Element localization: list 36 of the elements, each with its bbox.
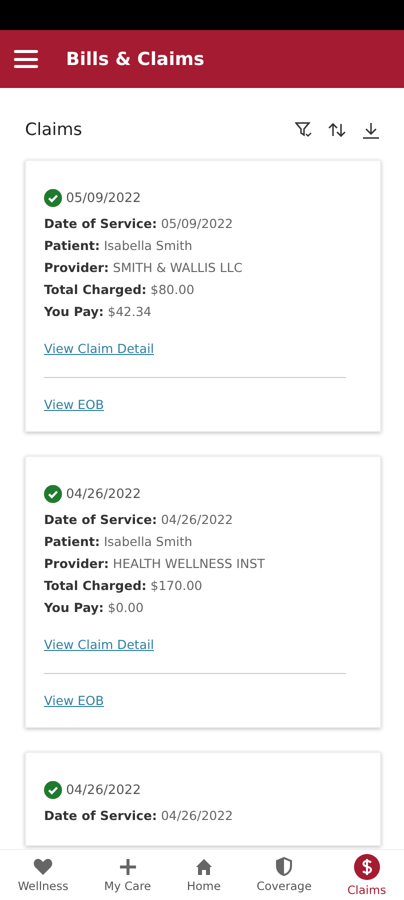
claim-field: Date of Service: 04/26/2022	[44, 805, 362, 827]
nav-tab[interactable]: Claims	[347, 854, 386, 896]
nav-tab[interactable]: My Care	[104, 858, 152, 892]
menu-button[interactable]	[14, 50, 38, 68]
claim-field: Date of Service: 05/09/2022	[44, 213, 362, 235]
claim-field: Total Charged: $170.00	[44, 575, 362, 597]
eob-link[interactable]: View EOB	[44, 397, 104, 412]
shield-icon	[276, 857, 292, 876]
claim-field: You Pay: $42.34	[44, 301, 362, 323]
download-icon	[362, 122, 380, 138]
claim-field: Total Charged: $80.00	[44, 279, 362, 301]
claim-detail-link[interactable]: View Claim Detail	[44, 637, 154, 652]
home-icon	[194, 858, 213, 876]
filter-icon	[294, 122, 312, 138]
nav-tab[interactable]: Home	[186, 858, 221, 892]
eob-link[interactable]: View EOB	[44, 693, 104, 708]
claim-date: 04/26/2022	[66, 486, 141, 502]
claim-field: Date of Service: 04/26/2022	[44, 509, 362, 531]
claim-field: Patient: Isabella Smith	[44, 531, 362, 553]
dollar-circle-icon	[354, 854, 380, 880]
claim-field: Patient: Isabella Smith	[44, 235, 362, 257]
plus-icon	[118, 858, 137, 876]
nav-tab[interactable]: Coverage	[256, 857, 312, 893]
sort-icon	[328, 123, 346, 137]
claim-field: Provider: HEALTH WELLNESS INST	[44, 553, 362, 575]
claim-detail-link[interactable]: View Claim Detail	[44, 341, 154, 356]
claim-field: Provider: SMITH & WALLIS LLC	[44, 257, 362, 279]
sort-button[interactable]	[327, 120, 347, 140]
claim-date: 05/09/2022	[66, 190, 141, 206]
nav-tab[interactable]: Wellness	[18, 858, 68, 892]
download-button[interactable]	[361, 120, 381, 140]
heart-icon	[33, 858, 54, 876]
page-title: Bills & Claims	[66, 48, 204, 70]
claim-field: You Pay: $0.00	[44, 597, 362, 619]
claim-date: 04/26/2022	[66, 782, 141, 798]
section-title: Claims	[25, 120, 82, 140]
